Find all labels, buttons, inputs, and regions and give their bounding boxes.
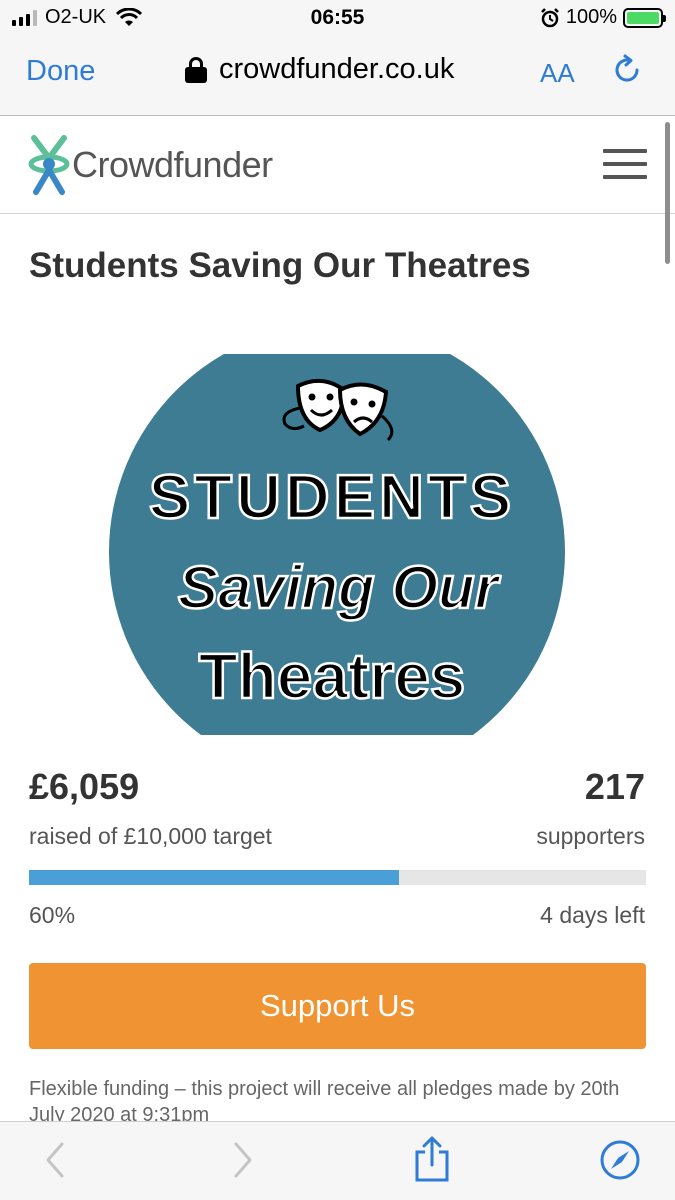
percent-label: 60% — [29, 902, 76, 928]
share-icon[interactable] — [412, 1134, 452, 1184]
hamburger-icon[interactable] — [603, 149, 647, 181]
scrollbar[interactable] — [665, 122, 670, 264]
support-us-button[interactable]: Support Us — [29, 963, 646, 1049]
browser-toolbar: Done crowdfunder.co.uk AA — [0, 38, 675, 116]
reload-icon[interactable] — [610, 53, 644, 87]
compass-icon[interactable] — [598, 1138, 642, 1182]
url-text: crowdfunder.co.uk — [219, 53, 455, 85]
battery-percent: 100% — [565, 6, 617, 28]
crowdfunder-logo[interactable]: Crowdfunder — [28, 134, 273, 196]
address-bar[interactable]: crowdfunder.co.uk — [185, 53, 454, 86]
done-button[interactable]: Done — [26, 55, 95, 88]
funding-progress-fill — [29, 870, 400, 885]
status-right: 100% — [540, 6, 666, 29]
site-header: Crowdfunder — [0, 116, 675, 214]
days-left: 4 days left — [540, 902, 645, 928]
image-line-1: STUDENTS — [149, 463, 515, 532]
supporters-label: supporters — [536, 823, 645, 849]
logo-text: Crowdfunder — [72, 144, 273, 185]
browser-bottom-toolbar — [0, 1121, 675, 1200]
supporters-count: 217 — [584, 766, 645, 807]
page-title: Students Saving Our Theatres — [29, 246, 531, 285]
lock-icon — [185, 56, 207, 83]
image-line-3: Theatres — [199, 640, 466, 712]
status-bar: O2-UK 06:55 100% — [0, 0, 675, 38]
target-label: raised of £10,000 target — [29, 823, 272, 849]
project-image: STUDENTS Saving Our Theatres — [0, 290, 675, 735]
back-icon[interactable] — [40, 1138, 70, 1182]
image-line-2: Saving Our — [178, 554, 502, 621]
text-size-label: AA — [540, 58, 575, 88]
funding-progress-bar — [29, 870, 646, 885]
crowdfunder-logo-icon — [28, 135, 70, 195]
text-size-button[interactable]: AA — [540, 58, 575, 89]
amount-raised: £6,059 — [29, 766, 140, 807]
alarm-icon — [540, 7, 559, 27]
forward-icon[interactable] — [228, 1138, 258, 1182]
battery-icon — [623, 7, 666, 28]
